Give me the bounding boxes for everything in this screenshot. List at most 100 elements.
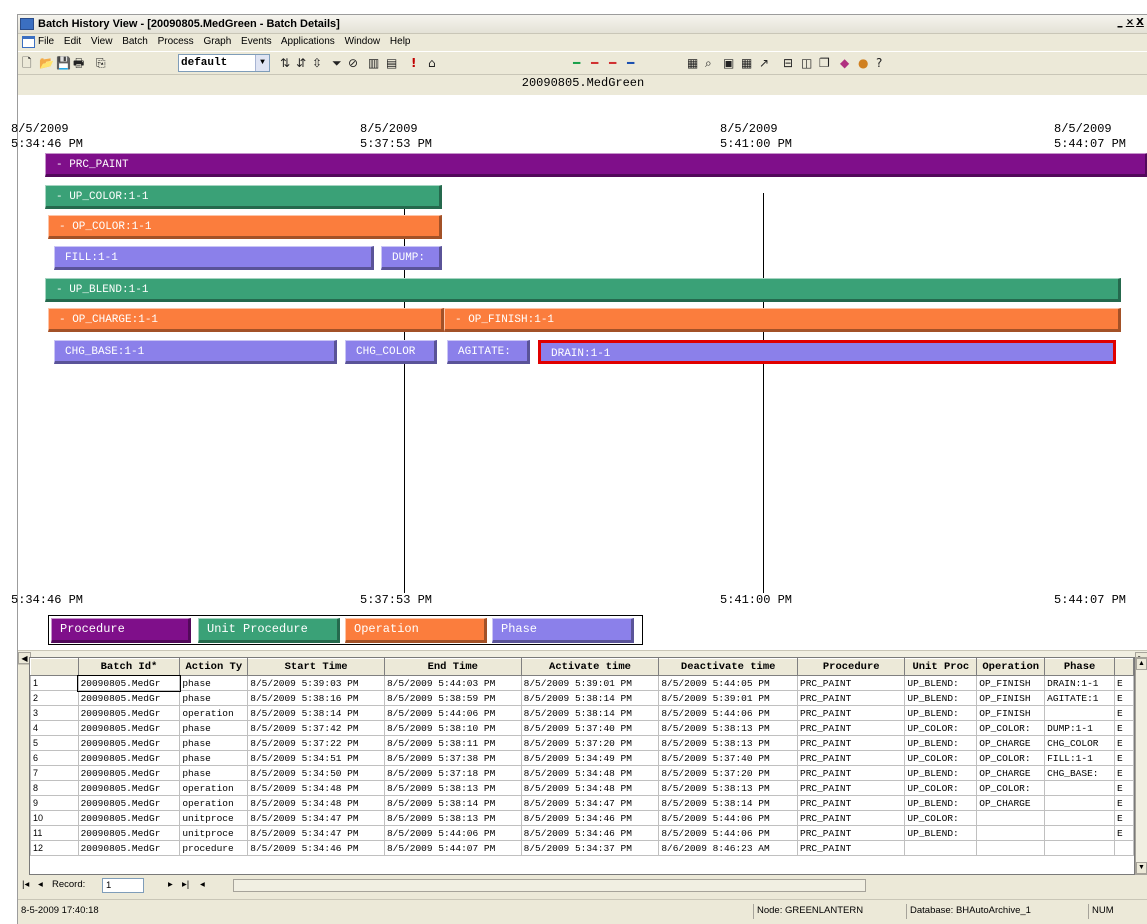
first-record-icon[interactable]: |◂ [22, 879, 29, 892]
table-cell[interactable]: 8/5/2009 5:44:06 PM [658, 705, 798, 721]
table-cell[interactable]: 8/5/2009 5:38:13 PM [658, 720, 798, 736]
filter-icon[interactable]: ⏷ [332, 56, 342, 70]
menu-batch[interactable]: Batch [122, 36, 148, 47]
table-cell[interactable]: E [1114, 765, 1134, 781]
table-cell[interactable]: 8/5/2009 5:38:14 PM [383, 795, 522, 811]
table-cell[interactable]: 8/5/2009 5:44:06 PM [383, 705, 522, 721]
table-cell[interactable]: 20090805.MedGr [77, 825, 181, 841]
document-icon[interactable] [22, 36, 35, 48]
table-cell[interactable] [976, 825, 1046, 841]
table-cell[interactable]: phase [179, 720, 249, 736]
table-row[interactable]: 11 20090805.MedGr unitproce 8/5/2009 5:34:4… [30, 825, 1134, 841]
table-cell[interactable]: 8/5/2009 5:34:47 PM [247, 825, 385, 841]
table-cell[interactable]: 8/5/2009 5:38:14 PM [247, 705, 385, 721]
table-cell[interactable]: E [1114, 750, 1134, 766]
column-header[interactable] [1114, 658, 1134, 676]
table-cell[interactable]: E [1114, 795, 1134, 811]
bar-op-finish[interactable]: - OP_FINISH:1-1 [444, 308, 1121, 332]
table-cell[interactable]: phase [179, 690, 249, 706]
bar-fill[interactable]: FILL:1-1 [54, 246, 374, 270]
layout-vertical-icon[interactable]: ◫ [801, 56, 812, 70]
table-cell[interactable]: PRC_PAINT [796, 675, 906, 691]
row-number[interactable]: 3 [30, 705, 79, 721]
table-cell[interactable]: 8/5/2009 5:37:40 PM [520, 720, 660, 736]
alert-icon[interactable]: ! [411, 56, 416, 70]
column-header[interactable]: Batch Id* [77, 658, 181, 676]
table-cell[interactable]: 8/5/2009 5:44:06 PM [658, 825, 798, 841]
row-number[interactable]: 2 [30, 690, 79, 706]
previous-record-icon[interactable]: ◂ [38, 879, 43, 892]
window-icon[interactable]: ❐ [819, 56, 830, 70]
table-cell[interactable]: PRC_PAINT [796, 705, 906, 721]
row-number[interactable]: 8 [30, 780, 79, 796]
table-row[interactable]: 1 20090805.MedGr phase 8/5/2009 5:39:03 PM 8… [30, 674, 1134, 692]
table-cell[interactable]: 20090805.MedGr [77, 765, 181, 781]
table-cell[interactable]: 8/5/2009 5:39:01 PM [658, 690, 798, 706]
copy-icon[interactable]: ⎘ [96, 56, 106, 70]
table-cell[interactable]: CHG_BASE: [1044, 765, 1115, 781]
table-cell[interactable]: 20090805.MedGr [77, 750, 181, 766]
table-cell[interactable]: PRC_PAINT [796, 840, 906, 856]
table-cell[interactable]: E [1114, 720, 1134, 736]
table-cell[interactable]: 8/5/2009 5:37:18 PM [383, 765, 522, 781]
column-header[interactable]: Deactivate time [658, 658, 798, 676]
new-record-icon[interactable]: ◂ [200, 879, 205, 892]
table-row[interactable]: 9 20090805.MedGr operation 8/5/2009 5:34:48… [30, 795, 1134, 811]
row-number[interactable]: 10 [30, 810, 79, 826]
layout-horizontal-icon[interactable]: ⊟ [783, 56, 793, 70]
table-cell[interactable]: UP_COLOR: [904, 780, 978, 796]
bar-drain[interactable]: DRAIN:1-1 [538, 340, 1116, 364]
table-cell[interactable]: 8/5/2009 5:38:59 PM [383, 690, 522, 706]
table-cell[interactable]: DUMP:1-1 [1044, 720, 1115, 736]
table-cell[interactable]: operation [179, 705, 249, 721]
sort-ascending-icon[interactable]: ⇅ [280, 56, 290, 70]
table-cell[interactable]: OP_FINISH [976, 675, 1046, 691]
print-icon[interactable]: 🖶 [73, 56, 84, 70]
table-cell[interactable]: 8/5/2009 5:34:47 PM [520, 795, 660, 811]
open-icon[interactable]: 📂 [39, 56, 54, 70]
table-cell[interactable]: OP_CHARGE [976, 765, 1046, 781]
menu-help[interactable]: Help [390, 36, 411, 47]
user-icon[interactable]: ● [858, 56, 868, 70]
report-icon[interactable]: ▦ [687, 56, 698, 70]
row-number[interactable]: 12 [30, 840, 79, 856]
table-cell[interactable]: 8/5/2009 5:38:13 PM [383, 780, 522, 796]
table-cell[interactable]: 8/5/2009 5:38:13 PM [383, 810, 522, 826]
table-cell[interactable] [1044, 825, 1115, 841]
table-cell[interactable]: 8/5/2009 5:34:37 PM [520, 840, 660, 856]
table-cell[interactable]: 8/5/2009 5:37:38 PM [383, 750, 522, 766]
level-3-icon[interactable]: ━ [609, 56, 616, 70]
table-cell[interactable]: 8/5/2009 5:38:14 PM [520, 705, 660, 721]
bar-chg-base[interactable]: CHG_BASE:1-1 [54, 340, 337, 364]
table-cell[interactable]: UP_COLOR: [904, 750, 978, 766]
bar-op-charge[interactable]: - OP_CHARGE:1-1 [48, 308, 444, 332]
table-cell[interactable]: UP_BLEND: [904, 735, 978, 751]
table-cell[interactable]: E [1114, 810, 1134, 826]
table-cell[interactable]: 8/5/2009 5:34:46 PM [520, 810, 660, 826]
row-number[interactable]: 5 [30, 735, 79, 751]
table-cell[interactable]: PRC_PAINT [796, 735, 906, 751]
table-cell[interactable]: DRAIN:1-1 [1044, 675, 1115, 691]
table-cell[interactable]: PRC_PAINT [796, 750, 906, 766]
table-cell[interactable]: 8/5/2009 5:44:06 PM [658, 810, 798, 826]
table-row[interactable]: 12 20090805.MedGr procedure 8/5/2009 5:34:4… [30, 840, 1134, 856]
level-4-icon[interactable]: ━ [627, 56, 634, 70]
bar-up-color[interactable]: - UP_COLOR:1-1 [45, 185, 442, 209]
table-cell[interactable]: 8/5/2009 5:38:13 PM [658, 735, 798, 751]
level-2-icon[interactable]: ━ [591, 56, 598, 70]
table-cell[interactable]: 8/5/2009 5:38:14 PM [658, 795, 798, 811]
sort-descending-icon[interactable]: ⇵ [296, 56, 306, 70]
rows-icon[interactable]: ▤ [386, 56, 397, 70]
table-cell[interactable]: 8/5/2009 5:37:20 PM [520, 735, 660, 751]
new-icon[interactable]: 🗋 [22, 56, 32, 70]
columns-icon[interactable]: ▥ [368, 56, 379, 70]
table-cell[interactable] [1044, 810, 1115, 826]
menu-view[interactable]: View [91, 36, 113, 47]
menu-edit[interactable]: Edit [64, 36, 81, 47]
grid-vertical-scrollbar[interactable]: ▲ ▼ [1135, 657, 1147, 875]
table-cell[interactable] [976, 840, 1046, 856]
table-cell[interactable]: 8/5/2009 5:34:51 PM [247, 750, 385, 766]
minimize-button[interactable]: _ [1115, 17, 1125, 28]
table-cell[interactable]: OP_COLOR: [976, 720, 1046, 736]
table-cell[interactable]: UP_BLEND: [904, 765, 978, 781]
